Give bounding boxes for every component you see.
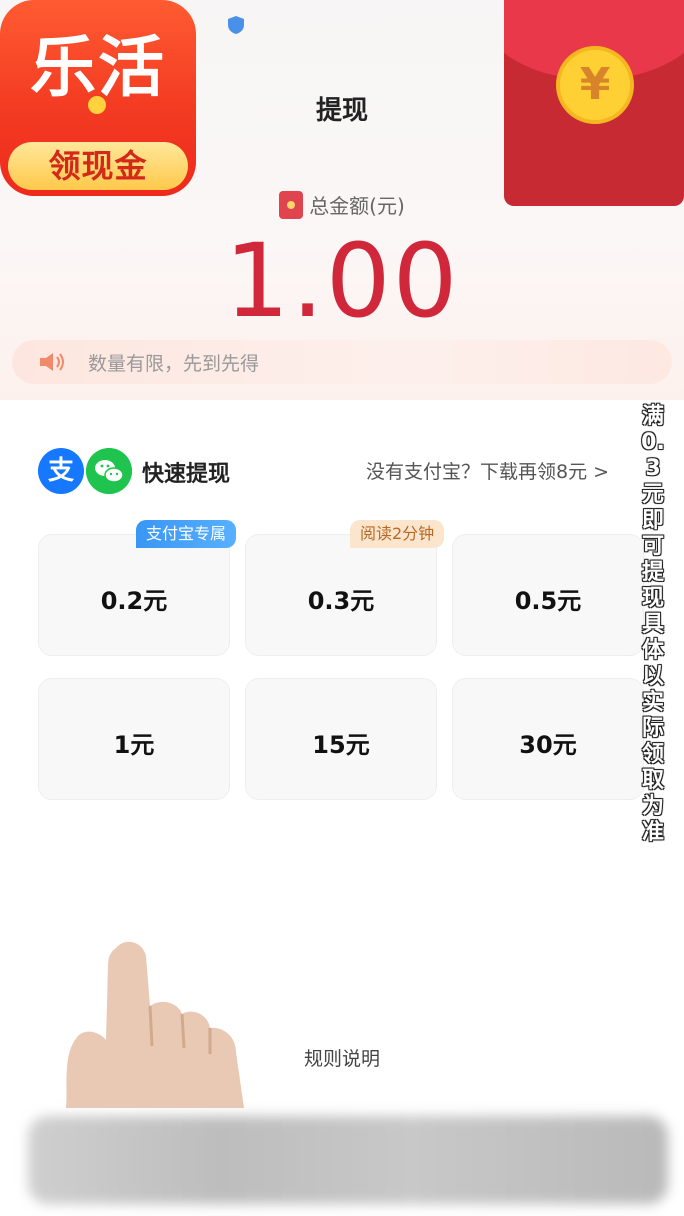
withdraw-option-0-2[interactable]: 0.2元 — [38, 534, 230, 656]
speaker-icon — [40, 353, 64, 371]
withdraw-option-label: 0.2元 — [100, 587, 168, 615]
withdraw-option-label: 15元 — [312, 731, 370, 759]
withdraw-option-label: 0.5元 — [514, 587, 582, 615]
logo-banner: 领现金 — [8, 142, 188, 190]
withdraw-option-0-3[interactable]: 0.3元 — [245, 534, 437, 656]
quick-withdraw-title: 快速提现 — [142, 462, 231, 487]
read-two-minutes-tag: 阅读2分钟 — [350, 520, 445, 548]
blurred-bottom-bar — [28, 1116, 668, 1204]
disclaimer-caption: 满0.3元即可提现具体以实际领取为准 — [641, 404, 665, 845]
withdraw-option-30[interactable]: 30元 — [452, 678, 644, 800]
download-alipay-link[interactable]: 没有支付宝？下载再领8元 > — [366, 457, 609, 484]
shield-icon — [228, 16, 244, 34]
total-amount-label: 总金额(元) — [0, 190, 684, 219]
rules-link[interactable]: 规则说明 — [0, 1044, 684, 1071]
withdraw-option-label: 1元 — [113, 731, 155, 759]
withdraw-option-0-5[interactable]: 0.5元 — [452, 534, 644, 656]
withdraw-option-15[interactable]: 15元 — [245, 678, 437, 800]
red-packet-icon — [279, 191, 304, 219]
page-title: 提现 — [315, 96, 368, 126]
notice-bar: 数量有限，先到先得 — [12, 340, 672, 384]
alipay-icon[interactable]: 支 — [38, 448, 84, 494]
pointing-hand-icon — [66, 941, 244, 1108]
withdraw-option-label: 30元 — [519, 731, 577, 759]
withdraw-option-1[interactable]: 1元 — [38, 678, 230, 800]
balance-amount: 1.00 — [224, 222, 460, 341]
notice-text: 数量有限，先到先得 — [88, 353, 260, 375]
withdraw-option-label: 0.3元 — [307, 587, 375, 615]
wechat-icon[interactable] — [86, 448, 132, 494]
alipay-exclusive-tag: 支付宝专属 — [136, 520, 237, 548]
total-label-text: 总金额(元) — [309, 194, 405, 218]
